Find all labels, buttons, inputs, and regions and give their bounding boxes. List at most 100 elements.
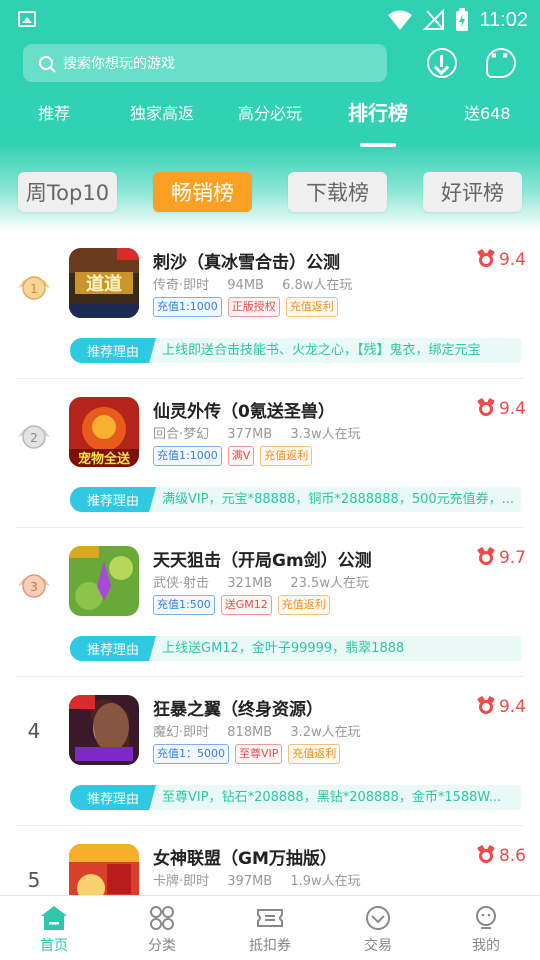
score-value: 9.4 — [498, 697, 526, 717]
tab-recommend[interactable]: 推荐 — [38, 100, 70, 124]
rank-number: 4 — [27, 719, 41, 743]
game-score: 9.4 — [478, 697, 526, 717]
tab-exclusive[interactable]: 独家高返 — [130, 100, 194, 124]
tag: 送GM12 — [220, 595, 272, 615]
game-icon — [69, 546, 139, 616]
game-genre: 魔幻·即时 — [153, 725, 210, 740]
tab-label: 首页 — [40, 938, 68, 954]
svg-text:3: 3 — [30, 580, 38, 594]
game-tags: 充值1:1000 满V 充值返利 — [153, 446, 313, 466]
subtab-downloads[interactable]: 下载榜 — [288, 172, 387, 212]
game-title: 狂暴之翼（终身资源） — [153, 700, 323, 720]
game-genre: 传奇·即时 — [153, 278, 210, 293]
list-item[interactable]: 1 道道 刺沙（真冰雪合击）公测 传奇·即时 94MB 6.8w人在玩 充值1:… — [0, 230, 540, 379]
reason-text: 上线即送合击技能书、火龙之心，【残】鬼衣，绑定元宝 — [162, 343, 481, 358]
tag: 充值1:1000 — [153, 297, 222, 317]
ranking-subtabs: 周Top10 畅销榜 下载榜 好评榜 — [0, 172, 540, 212]
reason-text: 上线送GM12，金叶子99999，翡翠1888 — [162, 641, 405, 656]
tag: 充值返利 — [285, 297, 338, 317]
svg-text:道道: 道道 — [86, 273, 122, 295]
status-bar: 11:02 — [0, 0, 540, 40]
tag: 充值1：5000 — [153, 744, 229, 764]
reason-label: 推荐理由 — [70, 487, 156, 512]
trade-icon — [366, 906, 390, 930]
subtab-best-selling[interactable]: 畅销榜 — [153, 172, 252, 212]
status-icons: 11:02 — [387, 6, 528, 34]
tab-high-score[interactable]: 高分必玩 — [238, 100, 302, 124]
game-icon: 宠物全送 — [69, 397, 139, 467]
subtab-weekly-top10[interactable]: 周Top10 — [18, 172, 117, 212]
game-players: 1.9w人在玩 — [290, 874, 361, 889]
list-item[interactable]: 2 宠物全送 仙灵外传（0氪送圣兽） 回合·梦幻 377MB 3.3w人在玩 充… — [0, 379, 540, 528]
score-value: 9.4 — [498, 250, 526, 270]
game-title: 女神联盟（GM万抽版） — [153, 849, 337, 869]
game-title: 仙灵外传（0氪送圣兽） — [153, 402, 335, 422]
tag: 充值返利 — [260, 446, 313, 466]
top-nav: 推荐 独家高返 高分必玩 排行榜 送648 — [0, 100, 540, 152]
bronze-medal-icon: 3 — [18, 574, 50, 598]
game-players: 3.2w人在玩 — [290, 725, 361, 740]
game-tags: 充值1：5000 至尊VIP 充值返利 — [153, 744, 341, 764]
rank-number: 5 — [27, 868, 41, 892]
subtab-top-rated[interactable]: 好评榜 — [423, 172, 522, 212]
bottom-tab-category[interactable]: 分类 — [108, 896, 216, 960]
recommend-reason: 推荐理由 满级VIP，元宝*88888，铜币*2888888，500元充值券，.… — [70, 487, 521, 512]
game-score: 9.4 — [478, 250, 526, 270]
game-size: 818MB — [227, 725, 273, 740]
game-icon: 道道 — [69, 248, 139, 318]
game-players: 3.3w人在玩 — [290, 427, 361, 442]
gallery-notification-icon — [18, 11, 36, 27]
game-meta: 传奇·即时 94MB 6.8w人在玩 — [153, 274, 366, 293]
game-size: 94MB — [227, 278, 264, 293]
download-icon[interactable] — [427, 48, 457, 78]
silver-medal-icon: 2 — [18, 425, 50, 449]
game-genre: 回合·梦幻 — [153, 427, 210, 442]
game-tags: 充值1:1000 正版授权 充值返利 — [153, 297, 338, 317]
game-score: 8.6 — [478, 846, 526, 866]
gold-medal-icon: 1 — [18, 276, 50, 300]
tab-ranking[interactable]: 排行榜 — [348, 97, 408, 126]
reason-text: 满级VIP，元宝*88888，铜币*2888888，500元充值券，... — [162, 492, 515, 507]
message-icon[interactable] — [486, 44, 516, 78]
game-meta: 回合·梦幻 377MB 3.3w人在玩 — [153, 423, 375, 442]
recommend-reason: 推荐理由 上线送GM12，金叶子99999，翡翠1888 — [70, 636, 521, 661]
search-bar[interactable]: 搜索你想玩的游戏 — [23, 44, 387, 82]
reason-label: 推荐理由 — [70, 636, 156, 661]
tag: 正版授权 — [227, 297, 280, 317]
game-size: 321MB — [227, 576, 273, 591]
game-title: 天天狙击（开局Gm剑）公测 — [153, 551, 372, 571]
bottom-tab-coupon[interactable]: 抵扣券 — [216, 896, 324, 960]
alarm-score-icon — [478, 253, 493, 267]
alarm-score-icon — [478, 402, 493, 416]
wifi-icon — [388, 10, 413, 30]
list-item[interactable]: 3 天天狙击（开局Gm剑）公测 武侠·射击 321MB 23.5w人在玩 充值1… — [0, 528, 540, 677]
game-genre: 武侠·射击 — [153, 576, 210, 591]
game-title: 刺沙（真冰雪合击）公测 — [153, 253, 340, 273]
search-icon — [39, 56, 53, 70]
search-placeholder: 搜索你想玩的游戏 — [63, 56, 175, 72]
game-size: 397MB — [227, 874, 273, 889]
alarm-score-icon — [478, 551, 493, 565]
bottom-tab-home[interactable]: 首页 — [0, 896, 108, 960]
reason-label: 推荐理由 — [70, 785, 156, 810]
game-score: 9.7 — [478, 548, 526, 568]
svg-text:1: 1 — [30, 282, 38, 296]
active-tab-indicator — [360, 143, 396, 147]
header: 11:02 搜索你想玩的游戏 推荐 独家高返 高分必玩 排行榜 送648 周To… — [0, 0, 540, 232]
game-size: 377MB — [227, 427, 273, 442]
game-tags: 充值1:500 送GM12 充值返利 — [153, 595, 330, 615]
tag: 充值返利 — [277, 595, 330, 615]
alarm-score-icon — [478, 849, 493, 863]
tag: 充值返利 — [288, 744, 341, 764]
list-item[interactable]: 4 狂暴之翼（终身资源） 魔幻·即时 818MB 3.2w人在玩 充值1：500… — [0, 677, 540, 826]
tab-label: 抵扣券 — [249, 938, 291, 954]
tab-gift-648[interactable]: 送648 — [464, 100, 511, 124]
reason-text: 至尊VIP，钻石*208888，黑钻*208888，金币*1588W... — [162, 790, 502, 805]
bottom-tab-profile[interactable]: 我的 — [432, 896, 540, 960]
svg-text:宠物全送: 宠物全送 — [78, 451, 131, 467]
alarm-score-icon — [478, 700, 493, 714]
game-meta: 卡牌·即时 397MB 1.9w人在玩 — [153, 870, 375, 889]
signal-icon — [423, 9, 445, 30]
score-value: 9.7 — [498, 548, 526, 568]
bottom-tab-trade[interactable]: 交易 — [324, 896, 432, 960]
